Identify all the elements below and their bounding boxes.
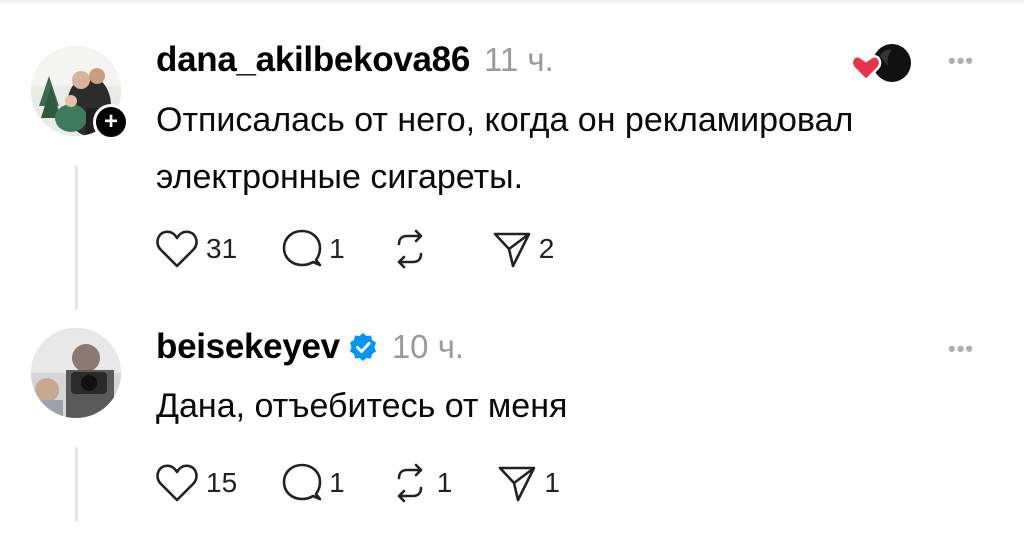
heart-icon	[154, 228, 200, 270]
repost-icon	[389, 228, 431, 270]
share-count: 1	[544, 467, 560, 498]
share-button[interactable]: 1	[496, 462, 560, 504]
share-button[interactable]: 2	[491, 228, 555, 270]
post-text: Отписалась от него, когда он рекламирова…	[156, 101, 854, 196]
action-bar: 31 1 2	[154, 228, 598, 270]
like-button[interactable]: 15	[154, 462, 237, 504]
share-icon	[491, 228, 533, 270]
top-divider	[0, 0, 1024, 3]
plus-icon: +	[103, 108, 118, 135]
comment-icon	[281, 228, 323, 270]
thread-connector	[75, 165, 78, 310]
like-button[interactable]: 31	[154, 228, 237, 270]
comment-icon	[281, 462, 323, 504]
more-icon[interactable]: •••	[948, 48, 974, 74]
timestamp[interactable]: 11 ч.	[484, 41, 554, 79]
verified-icon	[348, 332, 378, 362]
reply-count: 1	[329, 467, 345, 498]
author-liked-badge	[850, 42, 916, 91]
reply-button[interactable]: 1	[281, 228, 345, 270]
post-header: dana_akilbekova86 11 ч.	[156, 40, 554, 80]
repost-icon	[389, 462, 431, 504]
username[interactable]: beisekeyev	[156, 327, 340, 367]
share-count: 2	[538, 233, 555, 264]
reply-count: 1	[329, 233, 345, 264]
repost-button[interactable]: 1	[389, 462, 453, 504]
post-text: Дана, отъебитесь от меня	[156, 387, 568, 425]
share-icon	[496, 462, 538, 504]
post-header: beisekeyev 10 ч.	[156, 327, 464, 367]
heart-icon	[154, 462, 200, 504]
action-bar: 15 1 1 1	[154, 462, 604, 504]
repost-count: 1	[436, 467, 453, 498]
avatar[interactable]	[31, 328, 121, 418]
like-count: 15	[206, 467, 238, 498]
thread-connector	[75, 447, 78, 522]
thread-view: + dana_akilbekova86 11 ч. ••• Отписалась…	[0, 0, 1024, 546]
follow-button[interactable]: +	[93, 104, 129, 140]
like-count: 31	[206, 233, 238, 264]
repost-button[interactable]	[389, 228, 447, 270]
reply-button[interactable]: 1	[281, 462, 345, 504]
more-icon[interactable]: •••	[948, 336, 974, 362]
timestamp[interactable]: 10 ч.	[392, 328, 464, 366]
username[interactable]: dana_akilbekova86	[156, 40, 470, 80]
